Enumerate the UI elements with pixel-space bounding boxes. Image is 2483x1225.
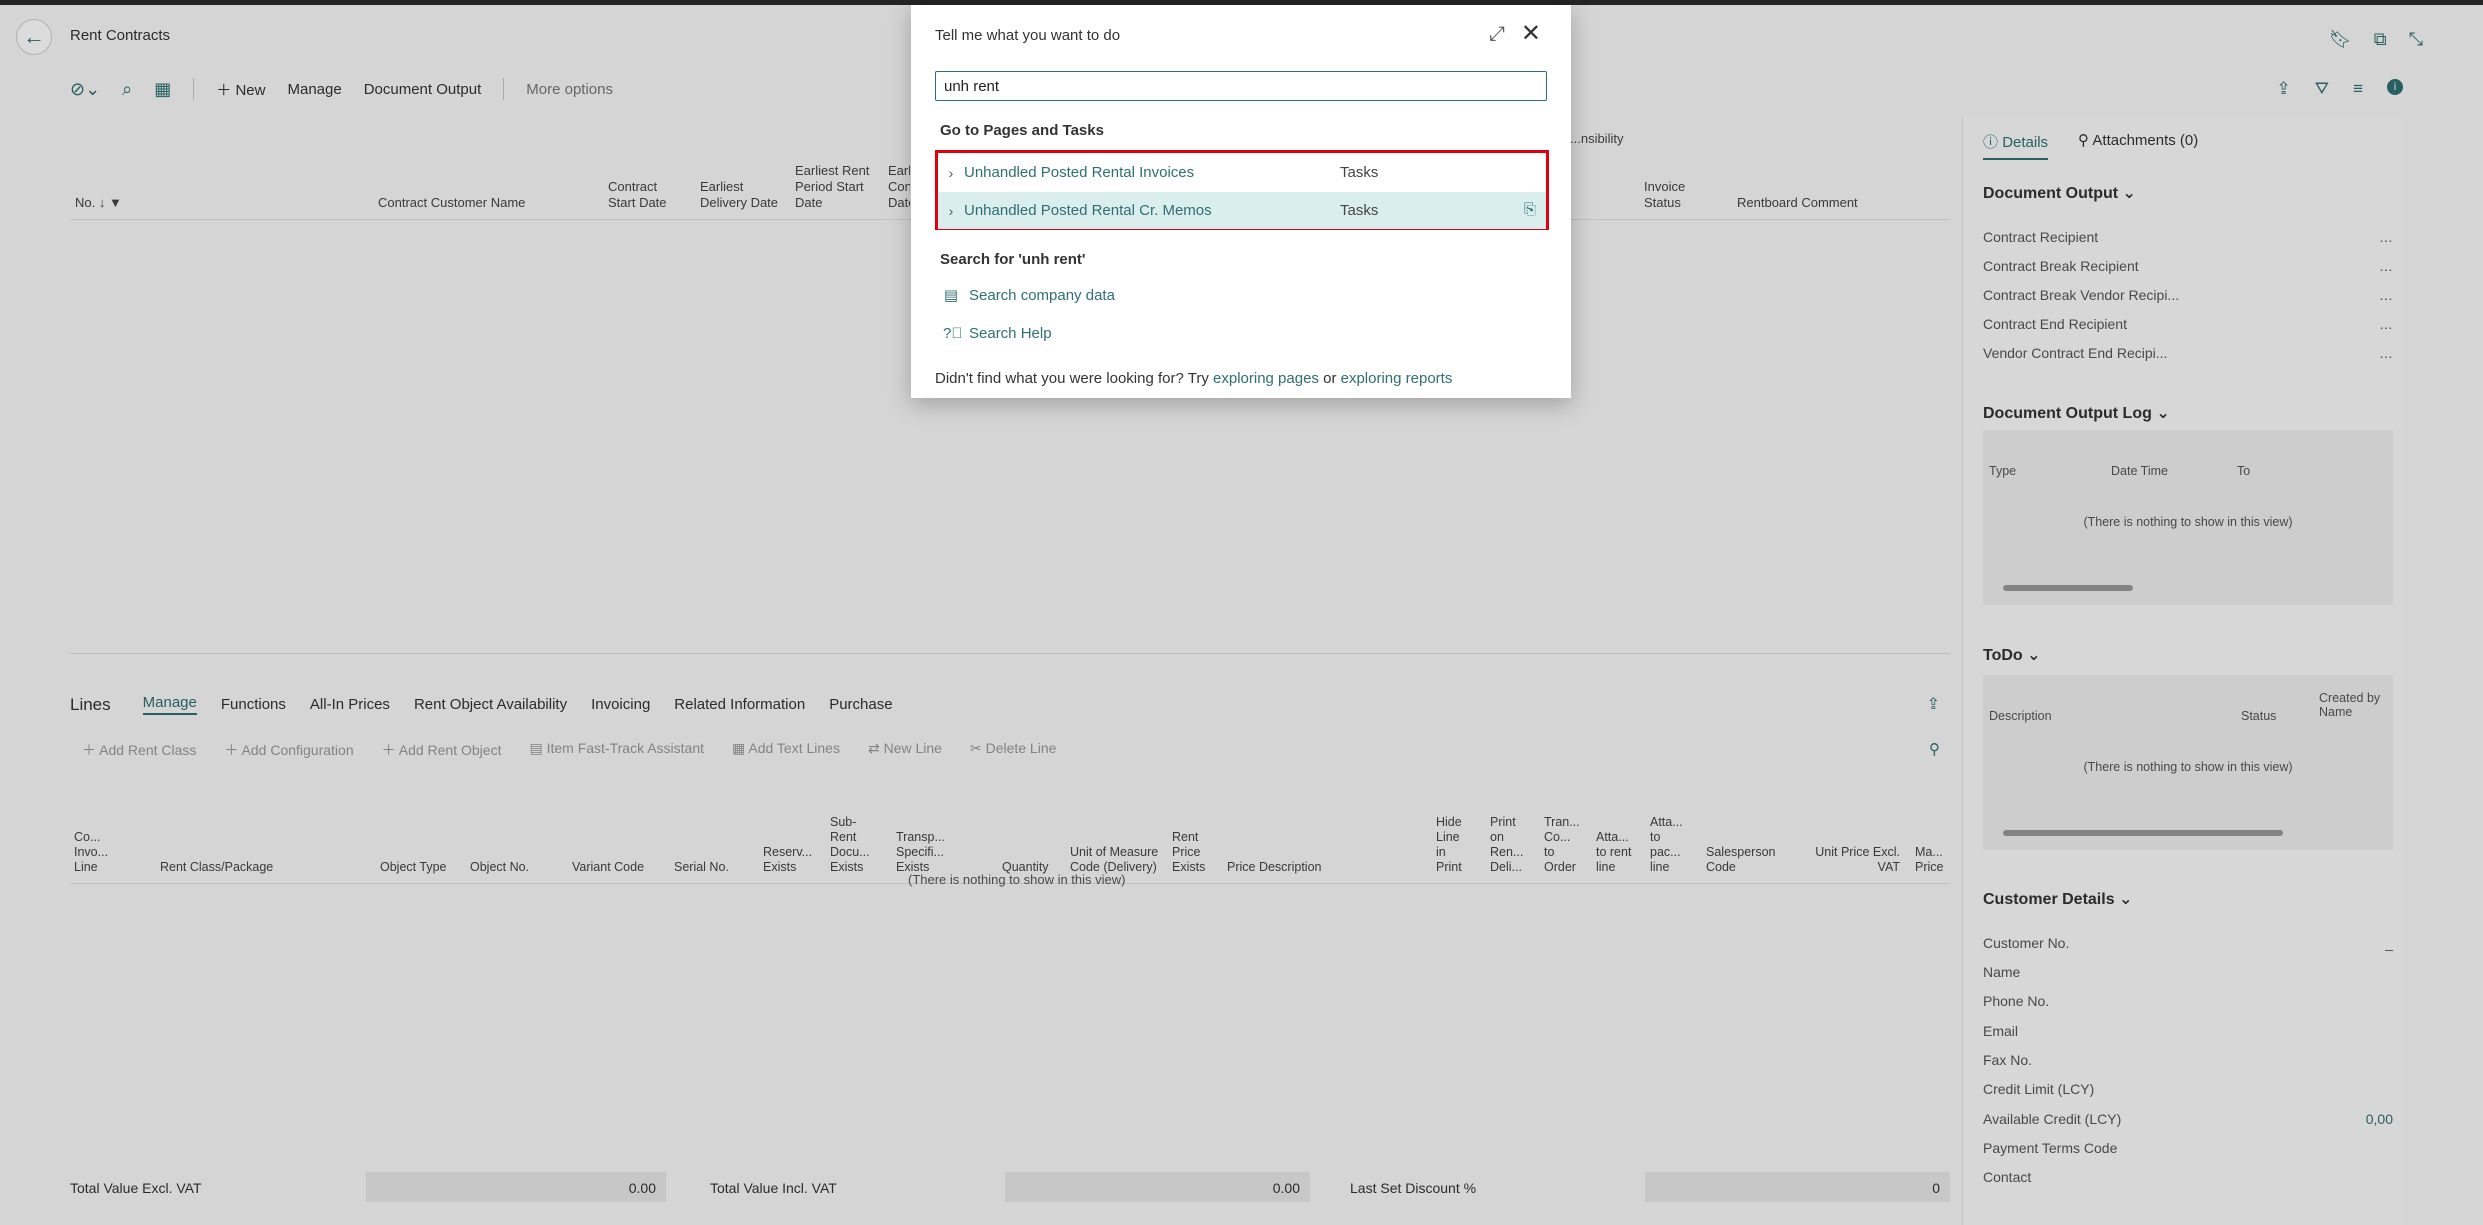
expand-icon[interactable]: ⤢ xyxy=(1489,23,1505,46)
results-highlight: › Unhandled Posted Rental Invoices Tasks… xyxy=(935,150,1549,230)
search-input[interactable] xyxy=(935,71,1547,101)
result-unhandled-posted-rental-cr-memos[interactable]: › Unhandled Posted Rental Cr. Memos Task… xyxy=(938,192,1546,229)
tell-me-dialog: Tell me what you want to do ⤢ ✕ Go to Pa… xyxy=(911,5,1571,398)
document-search-icon: ▤ xyxy=(943,287,959,304)
bookmark-icon[interactable]: ⎘ xyxy=(1524,201,1536,218)
pages-tasks-heading: Go to Pages and Tasks xyxy=(940,122,1104,139)
close-icon[interactable]: ✕ xyxy=(1521,19,1541,48)
search-company-data-link[interactable]: ▤ Search company data xyxy=(943,286,1115,305)
chevron-right-icon[interactable]: › xyxy=(938,165,964,181)
exploring-pages-link[interactable]: exploring pages xyxy=(1213,370,1319,387)
search-for-heading: Search for 'unh rent' xyxy=(940,251,1086,268)
exploring-reports-link[interactable]: exploring reports xyxy=(1341,370,1453,387)
dialog-title: Tell me what you want to do xyxy=(935,27,1121,44)
search-help-link[interactable]: ?⃝ Search Help xyxy=(943,325,1052,342)
result-unhandled-posted-rental-invoices[interactable]: › Unhandled Posted Rental Invoices Tasks xyxy=(938,154,1546,191)
help-icon: ?⃝ xyxy=(943,325,963,342)
dialog-footer: Didn't find what you were looking for? T… xyxy=(935,370,1453,387)
chevron-right-icon[interactable]: › xyxy=(938,203,964,219)
